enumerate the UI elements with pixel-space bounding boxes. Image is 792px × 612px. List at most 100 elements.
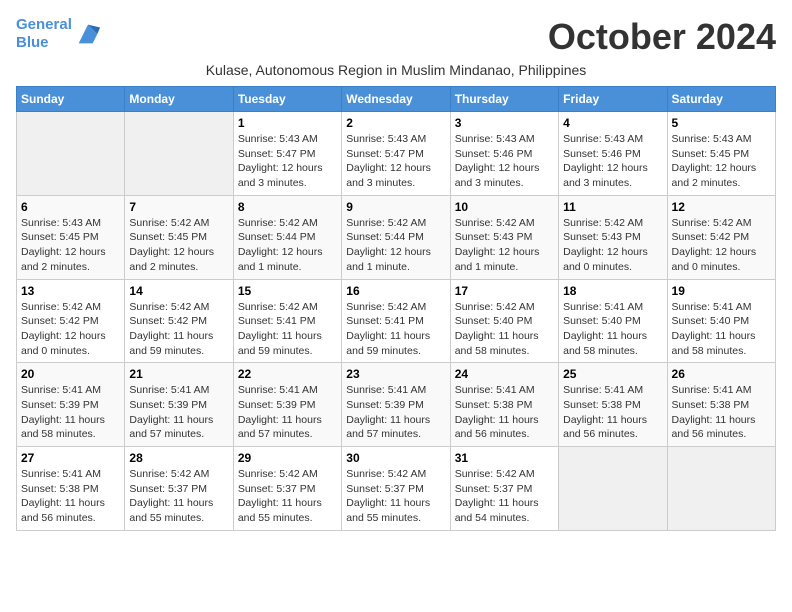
calendar-cell: 4 Sunrise: 5:43 AM Sunset: 5:46 PM Daylig…: [559, 112, 667, 196]
day-number: 29: [238, 451, 337, 465]
calendar-cell: [559, 447, 667, 531]
day-info: Sunrise: 5:42 AM Sunset: 5:44 PM Dayligh…: [238, 216, 337, 275]
day-number: 13: [21, 284, 120, 298]
day-number: 24: [455, 367, 554, 381]
day-number: 4: [563, 116, 662, 130]
calendar-cell: 17 Sunrise: 5:42 AM Sunset: 5:40 PM Dayli…: [450, 279, 558, 363]
calendar-cell: 27 Sunrise: 5:41 AM Sunset: 5:38 PM Dayli…: [17, 447, 125, 531]
day-info: Sunrise: 5:41 AM Sunset: 5:38 PM Dayligh…: [563, 383, 662, 442]
calendar-cell: 14Sunrise: 5:42 AM Sunset: 5:42 PM Dayli…: [125, 279, 233, 363]
calendar-cell: 6Sunrise: 5:43 AM Sunset: 5:45 PM Daylig…: [17, 195, 125, 279]
day-number: 1: [238, 116, 337, 130]
day-info: Sunrise: 5:42 AM Sunset: 5:42 PM Dayligh…: [672, 216, 771, 275]
calendar-week-1: 1 Sunrise: 5:43 AM Sunset: 5:47 PM Daylig…: [17, 112, 776, 196]
calendar-cell: 5 Sunrise: 5:43 AM Sunset: 5:45 PM Daylig…: [667, 112, 775, 196]
day-number: 6: [21, 200, 120, 214]
calendar-week-5: 27 Sunrise: 5:41 AM Sunset: 5:38 PM Dayli…: [17, 447, 776, 531]
calendar-cell: 25 Sunrise: 5:41 AM Sunset: 5:38 PM Dayli…: [559, 363, 667, 447]
calendar-cell: 10 Sunrise: 5:42 AM Sunset: 5:43 PM Dayli…: [450, 195, 558, 279]
calendar-subtitle: Kulase, Autonomous Region in Muslim Mind…: [16, 62, 776, 78]
calendar-cell: 21Sunrise: 5:41 AM Sunset: 5:39 PM Dayli…: [125, 363, 233, 447]
calendar-cell: 11 Sunrise: 5:42 AM Sunset: 5:43 PM Dayli…: [559, 195, 667, 279]
calendar-cell: 12 Sunrise: 5:42 AM Sunset: 5:42 PM Dayli…: [667, 195, 775, 279]
calendar-cell: 28Sunrise: 5:42 AM Sunset: 5:37 PM Dayli…: [125, 447, 233, 531]
day-number: 25: [563, 367, 662, 381]
calendar-week-3: 13 Sunrise: 5:42 AM Sunset: 5:42 PM Dayli…: [17, 279, 776, 363]
calendar-table: SundayMondayTuesdayWednesdayThursdayFrid…: [16, 86, 776, 531]
calendar-cell: 24 Sunrise: 5:41 AM Sunset: 5:38 PM Dayli…: [450, 363, 558, 447]
weekday-friday: Friday: [559, 87, 667, 112]
day-number: 10: [455, 200, 554, 214]
day-number: 8: [238, 200, 337, 214]
day-number: 2: [346, 116, 445, 130]
calendar-week-4: 20Sunrise: 5:41 AM Sunset: 5:39 PM Dayli…: [17, 363, 776, 447]
day-info: Sunrise: 5:42 AM Sunset: 5:37 PM Dayligh…: [455, 467, 554, 526]
day-info: Sunrise: 5:43 AM Sunset: 5:45 PM Dayligh…: [672, 132, 771, 191]
day-number: 18: [563, 284, 662, 298]
header: GeneralBlue October 2024: [16, 16, 776, 58]
day-number: 9: [346, 200, 445, 214]
day-number: 28: [129, 451, 228, 465]
calendar-cell: 16 Sunrise: 5:42 AM Sunset: 5:41 PM Dayli…: [342, 279, 450, 363]
day-info: Sunrise: 5:42 AM Sunset: 5:42 PM Dayligh…: [21, 300, 120, 359]
day-number: 27: [21, 451, 120, 465]
day-info: Sunrise: 5:42 AM Sunset: 5:42 PM Dayligh…: [129, 300, 228, 359]
day-info: Sunrise: 5:42 AM Sunset: 5:41 PM Dayligh…: [238, 300, 337, 359]
day-info: Sunrise: 5:43 AM Sunset: 5:46 PM Dayligh…: [563, 132, 662, 191]
month-title: October 2024: [548, 16, 776, 58]
weekday-header-row: SundayMondayTuesdayWednesdayThursdayFrid…: [17, 87, 776, 112]
calendar-cell: [125, 112, 233, 196]
day-number: 30: [346, 451, 445, 465]
calendar-cell: [17, 112, 125, 196]
weekday-wednesday: Wednesday: [342, 87, 450, 112]
calendar-cell: 31 Sunrise: 5:42 AM Sunset: 5:37 PM Dayli…: [450, 447, 558, 531]
calendar-cell: 20Sunrise: 5:41 AM Sunset: 5:39 PM Dayli…: [17, 363, 125, 447]
day-info: Sunrise: 5:42 AM Sunset: 5:40 PM Dayligh…: [455, 300, 554, 359]
day-number: 19: [672, 284, 771, 298]
day-number: 15: [238, 284, 337, 298]
day-info: Sunrise: 5:41 AM Sunset: 5:39 PM Dayligh…: [129, 383, 228, 442]
calendar-cell: 15 Sunrise: 5:42 AM Sunset: 5:41 PM Dayli…: [233, 279, 341, 363]
day-number: 31: [455, 451, 554, 465]
day-info: Sunrise: 5:41 AM Sunset: 5:38 PM Dayligh…: [21, 467, 120, 526]
calendar-cell: 8 Sunrise: 5:42 AM Sunset: 5:44 PM Daylig…: [233, 195, 341, 279]
day-info: Sunrise: 5:41 AM Sunset: 5:38 PM Dayligh…: [455, 383, 554, 442]
day-number: 23: [346, 367, 445, 381]
day-info: Sunrise: 5:42 AM Sunset: 5:45 PM Dayligh…: [129, 216, 228, 275]
day-info: Sunrise: 5:42 AM Sunset: 5:43 PM Dayligh…: [563, 216, 662, 275]
calendar-cell: 26Sunrise: 5:41 AM Sunset: 5:38 PM Dayli…: [667, 363, 775, 447]
calendar-cell: 2 Sunrise: 5:43 AM Sunset: 5:47 PM Daylig…: [342, 112, 450, 196]
day-info: Sunrise: 5:43 AM Sunset: 5:47 PM Dayligh…: [238, 132, 337, 191]
weekday-thursday: Thursday: [450, 87, 558, 112]
day-info: Sunrise: 5:41 AM Sunset: 5:40 PM Dayligh…: [563, 300, 662, 359]
day-info: Sunrise: 5:42 AM Sunset: 5:41 PM Dayligh…: [346, 300, 445, 359]
weekday-saturday: Saturday: [667, 87, 775, 112]
day-number: 11: [563, 200, 662, 214]
day-number: 26: [672, 367, 771, 381]
day-number: 5: [672, 116, 771, 130]
calendar-cell: 29Sunrise: 5:42 AM Sunset: 5:37 PM Dayli…: [233, 447, 341, 531]
calendar-cell: 1 Sunrise: 5:43 AM Sunset: 5:47 PM Daylig…: [233, 112, 341, 196]
calendar-cell: 18 Sunrise: 5:41 AM Sunset: 5:40 PM Dayli…: [559, 279, 667, 363]
day-info: Sunrise: 5:43 AM Sunset: 5:47 PM Dayligh…: [346, 132, 445, 191]
calendar-cell: 3Sunrise: 5:43 AM Sunset: 5:46 PM Daylig…: [450, 112, 558, 196]
day-number: 22: [238, 367, 337, 381]
day-number: 16: [346, 284, 445, 298]
weekday-sunday: Sunday: [17, 87, 125, 112]
calendar-week-2: 6Sunrise: 5:43 AM Sunset: 5:45 PM Daylig…: [17, 195, 776, 279]
logo-icon: [74, 20, 102, 48]
calendar-cell: 23 Sunrise: 5:41 AM Sunset: 5:39 PM Dayli…: [342, 363, 450, 447]
day-number: 3: [455, 116, 554, 130]
day-number: 12: [672, 200, 771, 214]
day-number: 7: [129, 200, 228, 214]
day-info: Sunrise: 5:42 AM Sunset: 5:37 PM Dayligh…: [346, 467, 445, 526]
day-info: Sunrise: 5:42 AM Sunset: 5:44 PM Dayligh…: [346, 216, 445, 275]
logo-text: GeneralBlue: [16, 16, 72, 52]
day-info: Sunrise: 5:41 AM Sunset: 5:39 PM Dayligh…: [346, 383, 445, 442]
day-info: Sunrise: 5:41 AM Sunset: 5:39 PM Dayligh…: [238, 383, 337, 442]
day-info: Sunrise: 5:42 AM Sunset: 5:43 PM Dayligh…: [455, 216, 554, 275]
day-number: 17: [455, 284, 554, 298]
calendar-cell: 30 Sunrise: 5:42 AM Sunset: 5:37 PM Dayli…: [342, 447, 450, 531]
calendar-cell: 19 Sunrise: 5:41 AM Sunset: 5:40 PM Dayli…: [667, 279, 775, 363]
day-info: Sunrise: 5:41 AM Sunset: 5:40 PM Dayligh…: [672, 300, 771, 359]
